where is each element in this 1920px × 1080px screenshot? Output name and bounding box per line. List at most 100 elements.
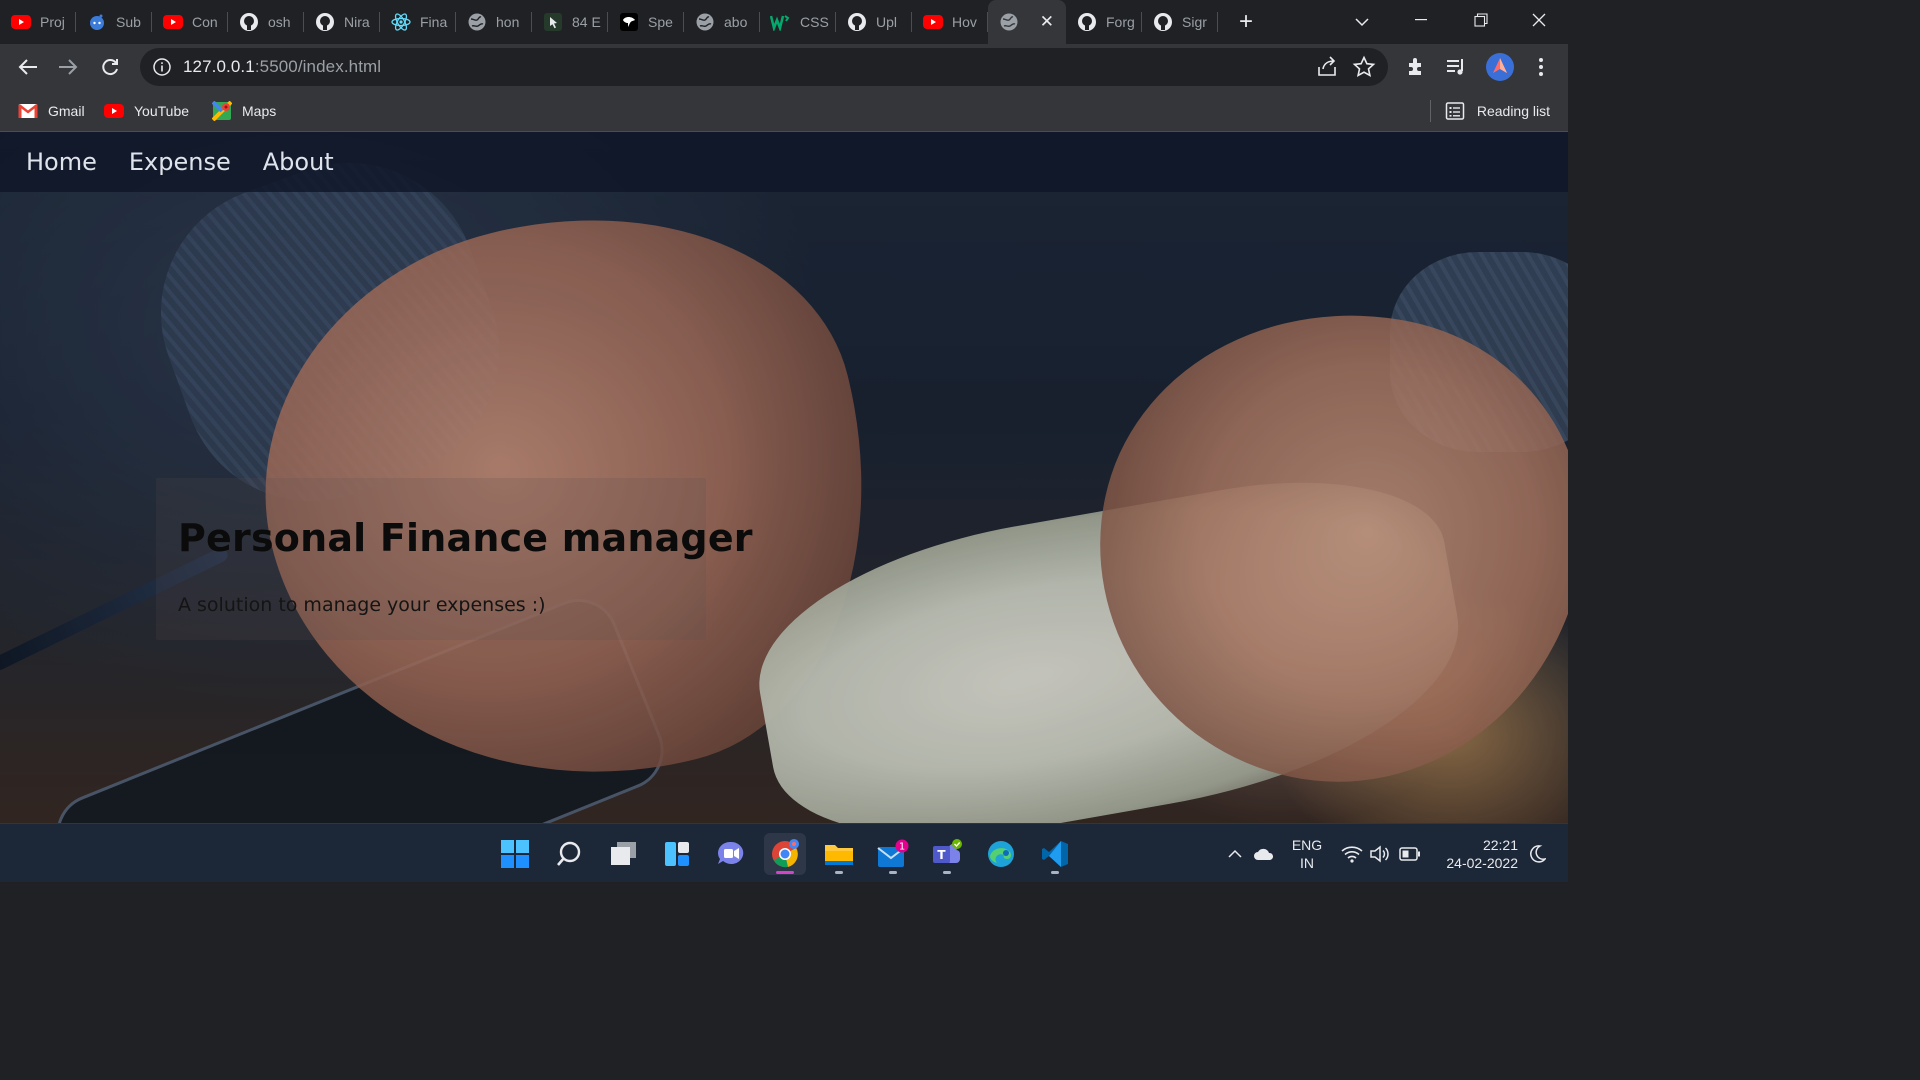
youtube-icon (162, 11, 184, 33)
tab-title: abo (724, 14, 748, 30)
cursor-icon (542, 11, 564, 33)
github-icon (238, 11, 260, 33)
clock-date: 24-02-2022 (1446, 855, 1518, 871)
language-indicator[interactable]: ENG IN (1290, 836, 1324, 872)
widgets-button[interactable] (656, 833, 698, 875)
bookmark-label: YouTube (134, 103, 190, 119)
tab-github-forg[interactable]: Forg (1066, 0, 1142, 44)
wifi-icon[interactable] (1338, 833, 1366, 875)
tab-globe-abo[interactable]: abo (684, 0, 760, 44)
url-text[interactable]: 127.0.0.1:5500/index.html (183, 57, 381, 77)
nav-link-about[interactable]: About (263, 148, 334, 176)
tab-active[interactable]: ✕ (988, 0, 1066, 44)
profile-avatar[interactable] (1486, 53, 1514, 81)
tab-youtube-proj[interactable]: Proj (0, 0, 76, 44)
reload-button[interactable] (94, 51, 126, 83)
taskbar-file-explorer[interactable] (818, 833, 860, 875)
globe-icon (694, 11, 716, 33)
forward-button[interactable] (52, 51, 84, 83)
clock-time: 22:21 (1482, 837, 1518, 853)
tab-github-nira[interactable]: Nira (304, 0, 380, 44)
close-window-button[interactable] (1510, 0, 1568, 40)
tab-w3schools-css[interactable]: CSS (760, 0, 836, 44)
tab-strip: Proj Sub Con osh Nira Fina hon 84 E Spe … (0, 0, 1568, 44)
show-hidden-icons-chevron-icon[interactable] (1222, 833, 1248, 875)
hero-title: Personal Finance manager (178, 516, 753, 560)
media-controls-icon[interactable] (1444, 54, 1470, 80)
react-icon (390, 11, 412, 33)
system-clock[interactable]: 22:21 24-02-2022 (1432, 836, 1518, 872)
share-icon[interactable] (1316, 56, 1338, 78)
tab-react-fina[interactable]: Fina (380, 0, 456, 44)
tab-speech-spe[interactable]: Spe (608, 0, 684, 44)
tab-cursor-84[interactable]: 84 E (532, 0, 608, 44)
reading-list-label: Reading list (1476, 103, 1550, 119)
minimize-button[interactable] (1392, 0, 1450, 40)
task-view-icon (611, 842, 636, 865)
restore-button[interactable] (1452, 0, 1510, 40)
bookmark-label: Gmail (48, 103, 85, 119)
nav-link-expense[interactable]: Expense (129, 148, 231, 176)
tab-title: Fina (420, 14, 448, 30)
onedrive-cloud-icon[interactable] (1250, 833, 1278, 875)
widgets-icon (665, 842, 689, 866)
taskbar-search-button[interactable] (548, 833, 590, 875)
tab-title: Sub (116, 14, 141, 30)
back-button[interactable] (12, 51, 44, 83)
browser-menu-kebab-icon[interactable] (1528, 54, 1554, 80)
chat-icon (718, 841, 744, 864)
github-icon (1076, 11, 1098, 33)
site-info-icon[interactable] (152, 57, 172, 77)
address-bar[interactable]: 127.0.0.1:5500/index.html (140, 48, 1388, 86)
tab-github-sigr[interactable]: Sigr (1142, 0, 1218, 44)
taskbar-chrome[interactable] (764, 833, 806, 875)
taskbar-mail[interactable]: 1 (872, 833, 914, 875)
bookmark-gmail[interactable]: Gmail (18, 98, 85, 124)
start-icon (501, 840, 529, 868)
tab-title: Proj (40, 14, 65, 30)
mail-badge-count: 1 (899, 842, 905, 853)
tab-github-osh[interactable]: osh (228, 0, 304, 44)
language-line1: ENG (1291, 837, 1323, 853)
tab-title: Hov (952, 14, 977, 30)
bookmark-maps[interactable]: Maps (212, 98, 276, 124)
nav-link-home[interactable]: Home (26, 148, 97, 176)
reload-icon (102, 59, 118, 76)
chat-button[interactable] (710, 833, 752, 875)
tab-title: Spe (648, 14, 673, 30)
tab-youtube-hov[interactable]: Hov (912, 0, 988, 44)
bookmark-star-icon[interactable] (1352, 55, 1376, 79)
reddit-icon (86, 11, 108, 33)
chrome-icon (772, 839, 799, 868)
search-icon (557, 841, 581, 866)
tab-search-chevron-icon[interactable] (1348, 8, 1376, 36)
tab-youtube-con[interactable]: Con (152, 0, 228, 44)
close-icon (1532, 13, 1546, 27)
tab-reddit-sub[interactable]: Sub (76, 0, 152, 44)
task-view-button[interactable] (602, 833, 644, 875)
start-button[interactable] (494, 833, 536, 875)
url-host: 127.0.0.1 (183, 57, 255, 76)
volume-icon[interactable] (1366, 833, 1394, 875)
page-viewport: Home Expense About Personal Finance mana… (0, 132, 1568, 823)
taskbar-vscode[interactable] (1034, 833, 1076, 875)
bookmark-youtube[interactable]: YouTube (104, 98, 189, 124)
active-app-indicator (776, 871, 794, 874)
taskbar-edge[interactable] (980, 833, 1022, 875)
mail-icon: 1 (877, 839, 909, 867)
github-icon (846, 11, 868, 33)
speech-icon (618, 11, 640, 33)
tab-title: Sigr (1182, 14, 1207, 30)
close-tab-icon[interactable]: ✕ (1040, 12, 1054, 32)
new-tab-button[interactable]: + (1226, 0, 1266, 44)
reading-list-button[interactable]: Reading list (1429, 98, 1550, 124)
svg-text:T: T (937, 848, 946, 862)
taskbar-teams[interactable]: T (926, 833, 968, 875)
restore-icon (1474, 13, 1488, 27)
focus-assist-moon-icon[interactable] (1522, 833, 1552, 875)
tab-globe-hon[interactable]: hon (456, 0, 532, 44)
extensions-puzzle-icon[interactable] (1404, 54, 1430, 80)
tab-title: Upl (876, 14, 898, 30)
battery-icon[interactable] (1396, 833, 1424, 875)
tab-github-upl[interactable]: Upl (836, 0, 912, 44)
